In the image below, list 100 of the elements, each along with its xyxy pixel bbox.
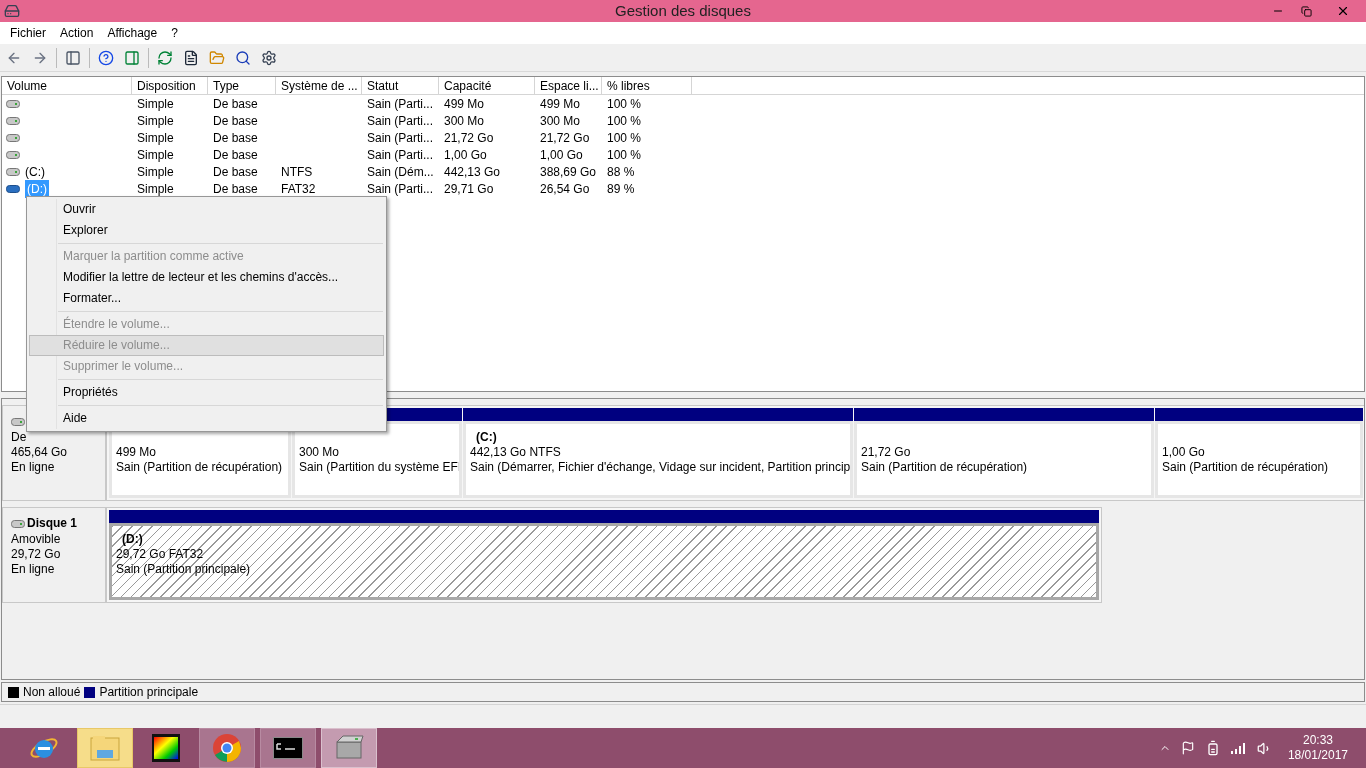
signal-icon[interactable] (1230, 742, 1247, 754)
drive-icon (6, 133, 20, 142)
table-cell-text: Sain (Parti... (367, 180, 434, 198)
column-header[interactable]: % libres (602, 77, 692, 94)
table-cell-text: De base (213, 129, 258, 147)
menu-option[interactable]: Propriétés (29, 382, 384, 403)
menu-option[interactable]: Modifier la lettre de lecteur et les chemins d'accès... (29, 267, 384, 288)
table-cell-text: 300 Mo (540, 112, 581, 130)
disk-info: De (11, 430, 28, 445)
table-cell-text: Simple (137, 112, 174, 130)
disk-info: En ligne (11, 460, 56, 475)
menu-option[interactable]: Ouvrir (29, 199, 384, 220)
menu-item[interactable]: ? (164, 24, 185, 42)
table-cell-text: De base (213, 112, 258, 130)
drive-icon (11, 417, 25, 426)
partition-status: Sain (Partition de récupération) (861, 460, 1029, 475)
drive-icon (6, 150, 20, 159)
table-cell-text: De base (213, 95, 258, 113)
table-cell-text: 21,72 Go (540, 129, 590, 147)
legend-label: Non alloué (23, 684, 81, 701)
table-cell-text: 100 % (607, 129, 642, 147)
disk-label-panel[interactable]: Disque 1 Amovible 29,72 Go En ligne (2, 507, 106, 603)
table-cell-text: Simple (137, 95, 174, 113)
partition-size: 29,72 Go FAT32 (116, 547, 205, 562)
column-header[interactable]: Espace li... (535, 77, 602, 94)
table-cell-text: Simple (137, 180, 174, 198)
disk-info: 29,72 Go (11, 547, 62, 562)
table-cell-text: 499 Mo (540, 95, 581, 113)
clock-date[interactable]: 18/01/2017 (1287, 748, 1348, 763)
table-cell-text: Simple (137, 163, 174, 181)
drive-icon (11, 519, 25, 528)
table-cell-text: Sain (Parti... (367, 112, 434, 130)
partition-name: (C:) (476, 430, 497, 444)
partition-status: Sain (Partition de récupération) (116, 460, 284, 475)
column-header[interactable]: Disposition (132, 77, 208, 94)
table-cell-text: Sain (Parti... (367, 146, 434, 164)
table-cell-text: 100 % (607, 146, 642, 164)
table-cell-text: 88 % (607, 163, 635, 181)
table-cell-text: Sain (Parti... (367, 129, 434, 147)
table-cell-text: NTFS (281, 163, 313, 181)
chrome-icon (212, 733, 242, 763)
restore-icon[interactable] (1300, 5, 1312, 17)
table-cell-text: (C:) (25, 163, 45, 181)
film-icon (151, 733, 181, 763)
drive-icon (6, 116, 20, 125)
menu-item[interactable]: Action (53, 24, 101, 42)
table-cell-text: 29,71 Go (444, 180, 494, 198)
partition-size: 499 Mo (116, 445, 158, 460)
column-header[interactable]: Volume (2, 77, 132, 94)
drive-icon (6, 167, 20, 176)
table-cell-text: 300 Mo (444, 112, 485, 130)
folder-icon (89, 734, 121, 762)
menu-option[interactable]: Formater... (29, 288, 384, 309)
column-header[interactable]: Capacité (439, 77, 535, 94)
table-cell-text: 1,00 Go (540, 146, 583, 164)
drive-icon (6, 99, 20, 108)
column-header[interactable]: Statut (362, 77, 439, 94)
terminal-icon (273, 737, 303, 759)
table-cell-text: De base (213, 180, 258, 198)
partition-status: Sain (Partition de récupération) (1162, 460, 1330, 475)
table-cell-text: 26,54 Go (540, 180, 590, 198)
disk-info: En ligne (11, 562, 56, 577)
app-icon (4, 3, 20, 19)
disk-info: 465,64 Go (11, 445, 69, 460)
partition-name: (D:) (122, 532, 143, 546)
table-cell-text: 499 Mo (444, 95, 485, 113)
table-cell-text: 1,00 Go (444, 146, 487, 164)
menu-item[interactable]: Affichage (100, 24, 165, 42)
clock-time[interactable]: 20:33 (1302, 733, 1333, 748)
column-header[interactable]: Type (208, 77, 276, 94)
legend-label: Partition principale (99, 684, 199, 701)
disk-info: Amovible (11, 532, 62, 547)
disk-name: Disque 1 (27, 516, 77, 531)
table-cell-text: Sain (Dém... (367, 163, 434, 181)
table-cell: (D:) (25, 179, 49, 198)
table-cell-text: 442,13 Go (444, 163, 501, 181)
table-cell-text: 100 % (607, 95, 642, 113)
drive-icon (6, 184, 20, 193)
flag-icon[interactable] (1180, 741, 1195, 755)
table-cell-text: Simple (137, 146, 174, 164)
close-icon[interactable] (1336, 4, 1350, 18)
partition-size: 1,00 Go (1162, 445, 1206, 460)
table-cell-text: Simple (137, 129, 174, 147)
table-cell-text: De base (213, 163, 258, 181)
table-cell-text: 388,69 Go (540, 163, 597, 181)
table-cell-text: 89 % (607, 180, 635, 198)
taskbar-button[interactable] (260, 728, 316, 768)
window-title: Gestion des disques (615, 0, 751, 21)
table-cell-text: 100 % (607, 112, 642, 130)
table-cell-text: Sain (Parti... (367, 95, 434, 113)
menu-item[interactable]: Fichier (3, 24, 53, 42)
disk-manager-icon (333, 734, 365, 762)
column-header[interactable]: Système de ... (276, 77, 362, 94)
partition-size: 300 Mo (299, 445, 341, 460)
table-cell-text: De base (213, 146, 258, 164)
partition-status: Sain (Partition principale) (116, 562, 252, 577)
partition-size: 21,72 Go (861, 445, 912, 460)
menu-option[interactable]: Explorer (29, 220, 384, 241)
table-cell-text: 21,72 Go (444, 129, 494, 147)
table-cell-text: FAT32 (281, 180, 316, 198)
